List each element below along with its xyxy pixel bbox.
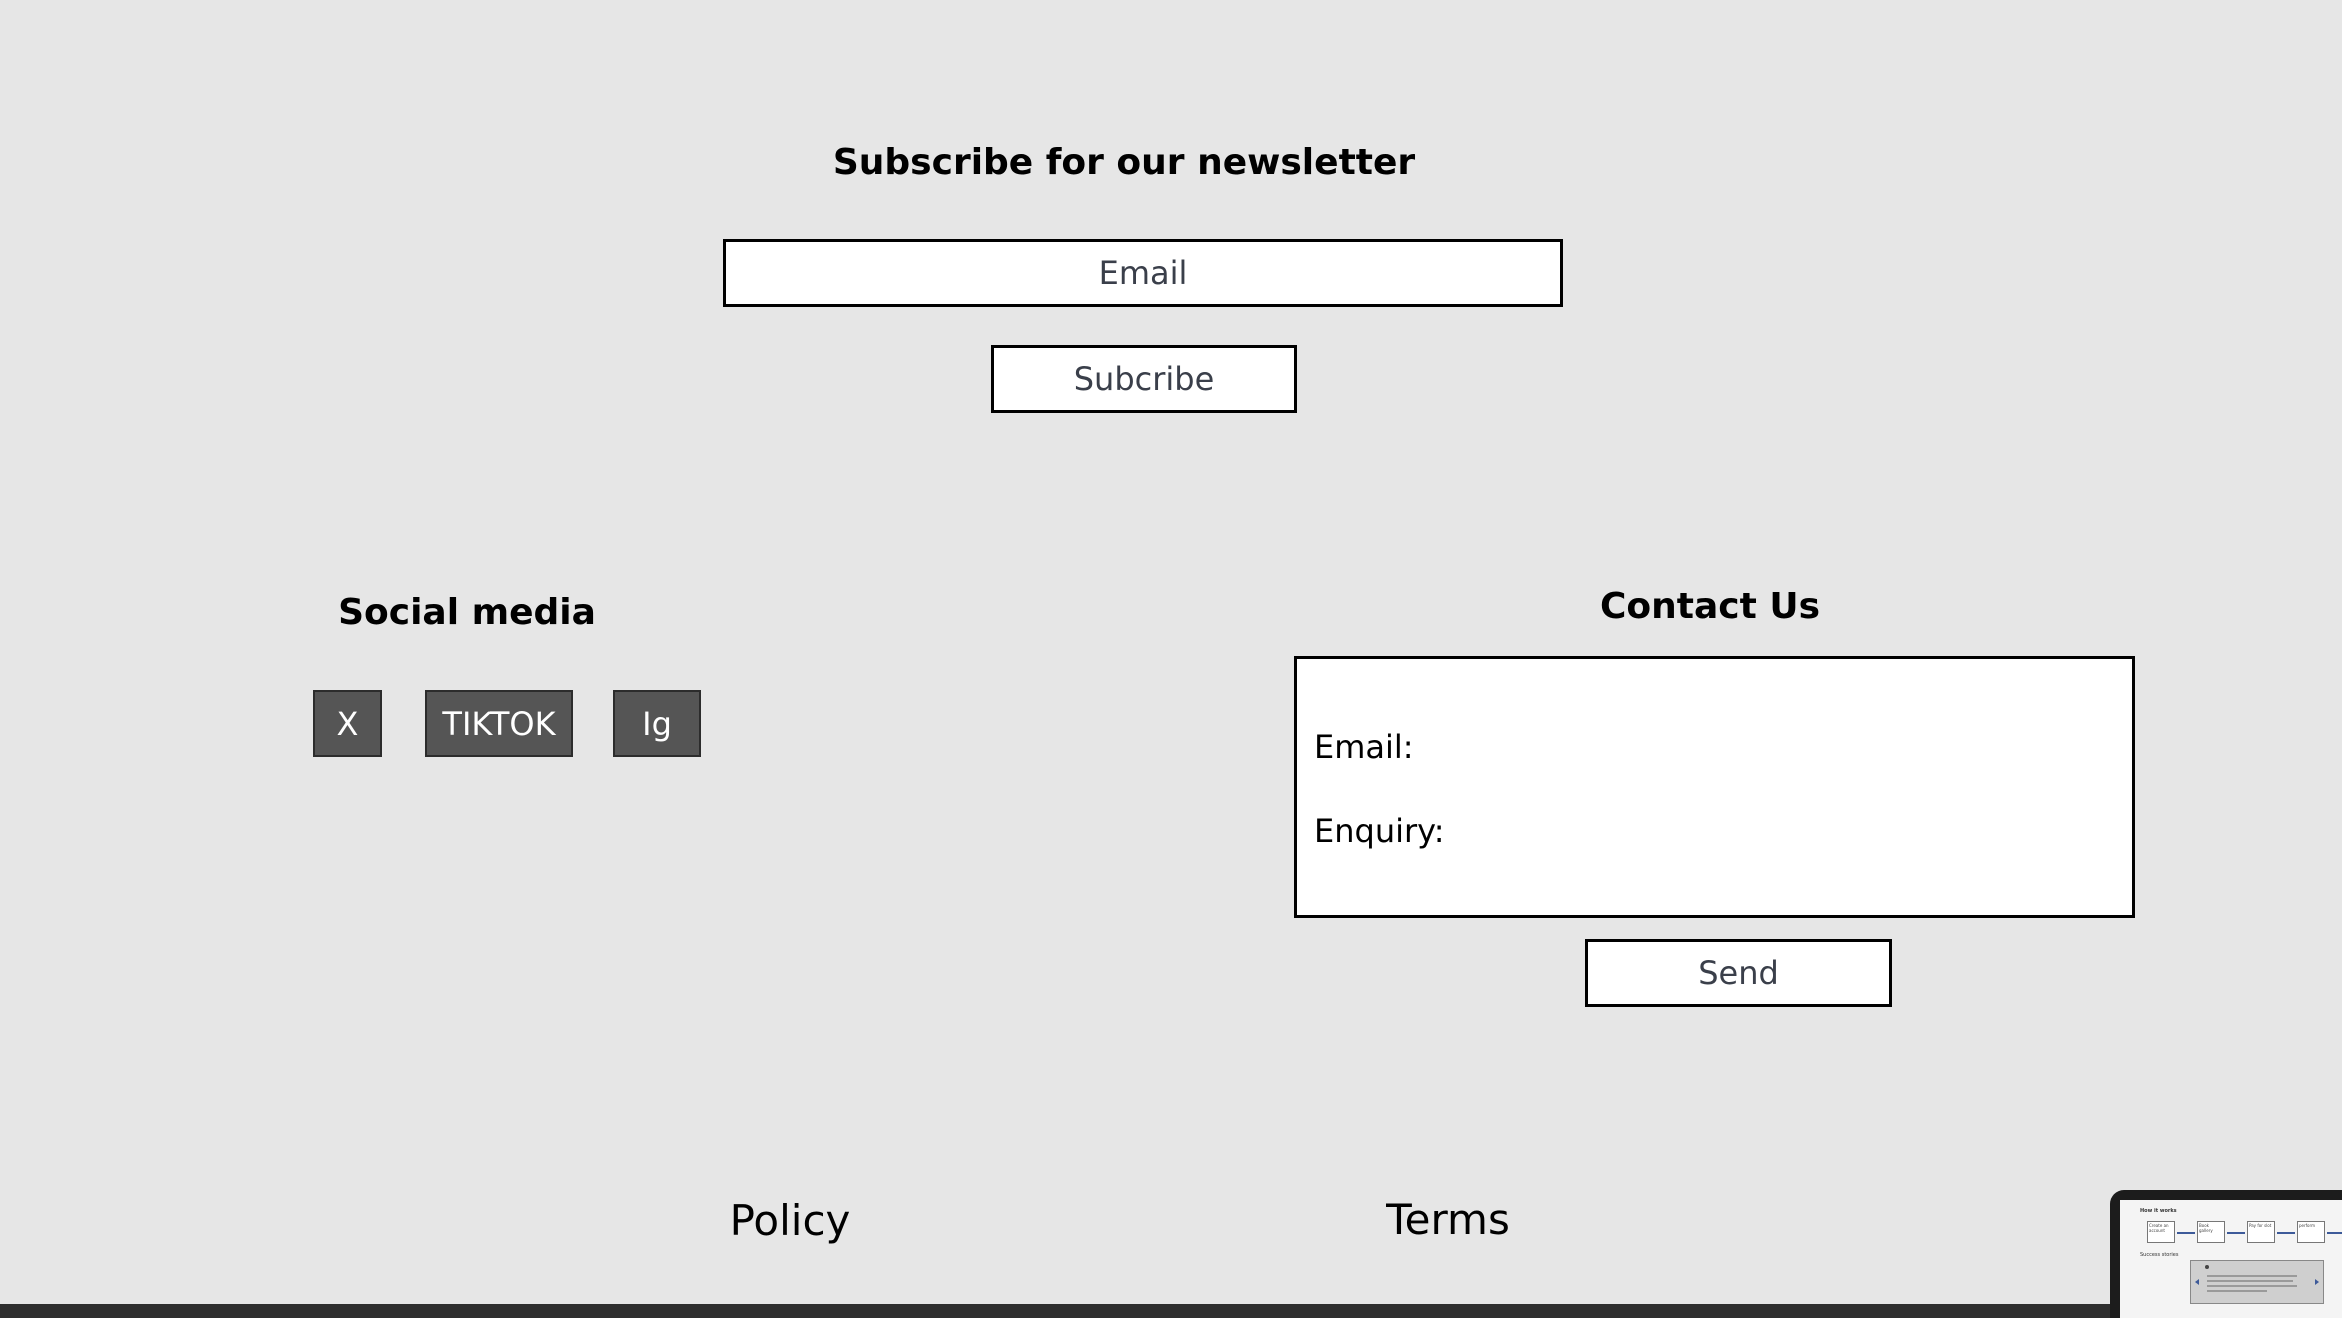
newsletter-heading: Subscribe for our newsletter [832,142,1416,183]
thumbnail-connector [2177,1232,2195,1234]
thumbnail-step-2: Book gallery [2197,1221,2225,1243]
thumbnail-story-panel [2190,1260,2324,1304]
thumbnail-connector [2277,1232,2295,1234]
thumbnail-text-line [2207,1275,2297,1277]
social-instagram-button[interactable]: Ig [613,690,701,757]
social-media-heading: Social media [338,592,596,633]
thumbnail-step-1: Create an account [2147,1221,2175,1243]
thumbnail-prev-arrow-icon [2195,1279,2199,1285]
thumbnail-step-4: perform [2297,1221,2325,1243]
thumbnail-section-label: Success stories [2140,1252,2179,1258]
contact-email-label: Email: [1314,728,1414,766]
thumbnail-title: How it works [2140,1208,2177,1214]
contact-form[interactable]: Email: Enquiry: [1294,656,2135,918]
thumbnail-person-icon [2205,1265,2209,1269]
policy-link[interactable]: Policy [730,1196,851,1245]
newsletter-email-input[interactable]: Email [723,239,1563,307]
send-button[interactable]: Send [1585,939,1892,1007]
contact-enquiry-label: Enquiry: [1314,812,1445,850]
social-x-button[interactable]: X [313,690,382,757]
social-tiktok-button[interactable]: TIKTOK [425,690,573,757]
slide-thumbnail[interactable]: How it works Create an account Book gall… [2110,1190,2342,1318]
bottom-bar [0,1304,2342,1318]
thumbnail-step-3: Pay for slot [2247,1221,2275,1243]
thumbnail-text-line [2207,1285,2297,1287]
contact-heading: Contact Us [1599,586,1821,627]
thumbnail-connector [2327,1232,2342,1234]
thumbnail-next-arrow-icon [2315,1279,2319,1285]
page: Subscribe for our newsletter Email Subcr… [0,0,2342,1318]
thumbnail-text-line [2207,1290,2267,1292]
thumbnail-text-line [2207,1280,2293,1282]
thumbnail-connector [2227,1232,2245,1234]
slide-thumbnail-content: How it works Create an account Book gall… [2120,1200,2342,1318]
subscribe-button[interactable]: Subcribe [991,345,1297,413]
terms-link[interactable]: Terms [1386,1195,1510,1244]
